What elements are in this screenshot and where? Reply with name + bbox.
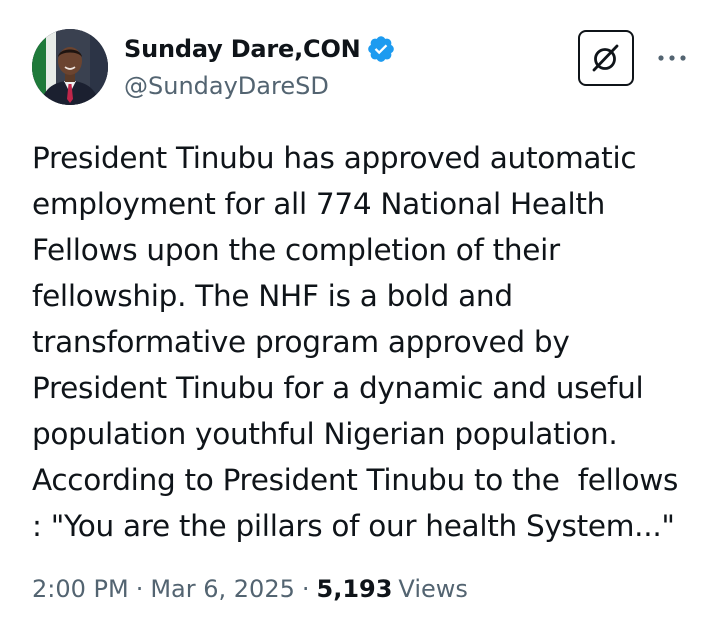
- tweet-date[interactable]: Mar 6, 2025: [150, 575, 295, 603]
- views-label: Views: [398, 575, 468, 603]
- meta-separator: ·: [301, 575, 310, 603]
- views-count[interactable]: 5,193: [317, 575, 393, 603]
- more-options-button[interactable]: [652, 40, 692, 76]
- author-display-name[interactable]: Sunday Dare,CON: [124, 35, 361, 63]
- author-name-row: Sunday Dare,CON: [124, 32, 396, 66]
- meta-separator: ·: [135, 575, 144, 603]
- avatar[interactable]: [32, 29, 108, 105]
- tweet-text: President Tinubu has approved automatic …: [32, 141, 679, 543]
- more-horizontal-icon: [658, 55, 686, 61]
- verified-badge-icon[interactable]: [366, 34, 396, 64]
- author-handle[interactable]: @SundayDareSD: [124, 72, 329, 100]
- tweet-time[interactable]: 2:00 PM: [32, 575, 129, 603]
- tweet-card: Sunday Dare,CON @SundayDareSD President …: [0, 0, 720, 637]
- grok-button[interactable]: [578, 30, 634, 86]
- profile-photo-icon: [32, 29, 108, 105]
- grok-icon: [592, 44, 619, 72]
- tweet-meta: 2:00 PM · Mar 6, 2025 · 5,193 Views: [32, 575, 468, 603]
